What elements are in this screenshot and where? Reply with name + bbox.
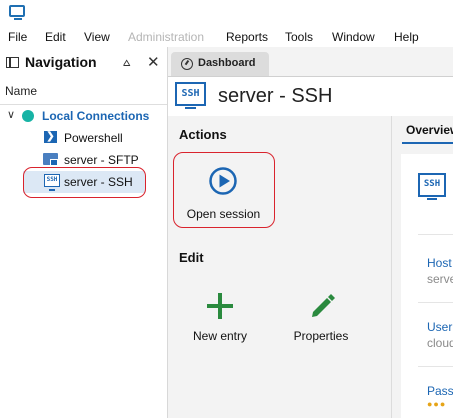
tree-item-label: Powershell (64, 131, 123, 145)
actions-section-title: Actions (179, 127, 227, 142)
entry-title: server - SSH (218, 85, 333, 107)
menu-tools[interactable]: Tools (285, 30, 313, 44)
tree-item-label: server - SFTP (64, 153, 139, 167)
title-bar (0, 0, 453, 25)
tab-overview[interactable]: Overview (406, 123, 453, 137)
plus-icon (207, 293, 233, 319)
navigation-panel: Navigation ⩟ ✕ Name ∨ Local Connections … (0, 47, 168, 418)
properties-button[interactable]: Properties (283, 286, 359, 346)
column-header-label: Name (5, 84, 38, 98)
field-user-label: User (427, 320, 453, 334)
highlight-ring-open-session (173, 152, 275, 228)
menu-help[interactable]: Help (394, 30, 419, 44)
pin-icon[interactable]: ⩟ (123, 55, 130, 70)
ssh-icon: SSH (175, 82, 206, 109)
local-connections-icon (22, 110, 34, 122)
tree-item-powershell[interactable]: ❯ Powershell (0, 128, 167, 148)
edit-section-title: Edit (179, 250, 204, 265)
field-host-label: Host (427, 256, 452, 270)
powershell-icon: ❯ (44, 131, 57, 143)
properties-label: Properties (293, 329, 349, 343)
ssh-icon: SSH (418, 173, 446, 200)
pencil-icon (312, 294, 335, 317)
app-monitor-icon (9, 5, 25, 20)
chevron-down-icon[interactable]: ∨ (7, 108, 15, 121)
actions-panel: Actions Open session Edit New entry Prop… (168, 116, 392, 418)
menu-file[interactable]: File (8, 30, 27, 44)
active-tab-indicator (402, 142, 453, 144)
column-header-name[interactable]: Name (0, 78, 167, 105)
navigation-header: Navigation ⩟ ✕ (0, 47, 168, 78)
entry-header: SSH server - SSH (168, 76, 453, 116)
gauge-icon (181, 58, 193, 70)
divider (418, 302, 453, 303)
document-tab-strip: Dashboard (168, 47, 453, 76)
navigation-title: Navigation (25, 54, 97, 70)
menu-edit[interactable]: Edit (45, 30, 66, 44)
menu-administration: Administration (128, 30, 205, 44)
menu-reports[interactable]: Reports (226, 30, 268, 44)
field-host-value: serve (427, 272, 453, 286)
menu-bar: File Edit View Administration Reports To… (0, 25, 453, 47)
tab-label: Dashboard (198, 57, 256, 69)
highlight-ring-ssh (23, 167, 146, 198)
menu-window[interactable]: Window (332, 30, 375, 44)
new-entry-label: New entry (192, 329, 248, 343)
tab-dashboard[interactable]: Dashboard (171, 52, 269, 76)
panel-icon (6, 57, 19, 68)
overview-card: SSH Host serve User cloud Pass ●●● (401, 154, 453, 418)
sftp-badge-icon (50, 159, 58, 166)
field-password-label: Pass (427, 384, 453, 398)
divider (418, 366, 453, 367)
field-password-value: ●●● (427, 399, 447, 409)
overview-area: Overview SSH Host serve User cloud Pass … (392, 116, 453, 418)
close-icon[interactable]: ✕ (147, 53, 160, 71)
tree-item-local-connections[interactable]: ∨ Local Connections (0, 106, 167, 126)
tree-item-label: Local Connections (42, 109, 150, 123)
divider (418, 234, 453, 235)
field-user-value: cloud (427, 336, 453, 350)
new-entry-button[interactable]: New entry (182, 286, 258, 346)
menu-view[interactable]: View (84, 30, 110, 44)
